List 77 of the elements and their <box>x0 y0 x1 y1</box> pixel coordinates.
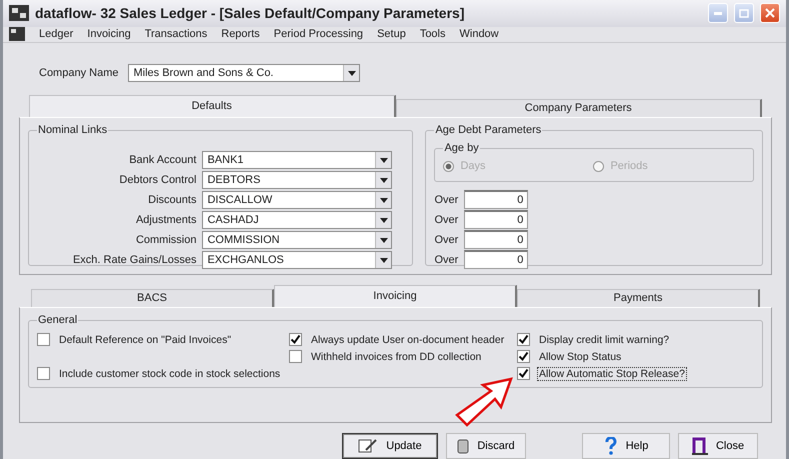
dropdown-arrow-icon <box>380 258 388 262</box>
field-label: Over <box>434 214 458 226</box>
tab[interactable]: BACS <box>31 289 274 307</box>
question-mark-icon <box>604 437 618 455</box>
checkbox[interactable] <box>517 333 530 346</box>
maximize-icon <box>739 8 749 18</box>
checkbox[interactable] <box>37 333 50 346</box>
account-dropdown[interactable]: BANK1 <box>202 151 392 169</box>
app-icon <box>9 5 29 22</box>
app-icon <box>9 27 25 42</box>
minimize-icon <box>714 12 722 15</box>
close-button[interactable] <box>760 3 780 24</box>
group-title: Nominal Links <box>37 124 108 136</box>
field-label: Debtors Control <box>119 174 196 186</box>
dialog-button[interactable]: Update <box>342 433 438 459</box>
checkbox-label: Withheld invoices from DD collection <box>310 350 482 364</box>
dropdown-arrow-icon <box>380 158 388 162</box>
dropdown-arrow-icon <box>348 70 356 76</box>
menu-item[interactable]: Ledger <box>39 28 74 40</box>
checkbox-label: Display credit limit warning? <box>538 332 670 346</box>
dialog-button[interactable]: Help <box>582 433 670 459</box>
number-field[interactable]: 0 <box>464 250 528 269</box>
tab[interactable]: Defaults <box>29 95 396 117</box>
checkbox-label: Include customer stock code in stock selections <box>58 366 282 380</box>
dropdown-arrow-icon <box>380 218 388 222</box>
menu-item[interactable]: Period Processing <box>274 28 364 40</box>
dialog-button[interactable]: Discard <box>446 433 526 459</box>
company-dropdown[interactable]: Miles Brown and Sons & Co. <box>128 64 360 82</box>
group-title: Age by <box>443 142 480 154</box>
dropdown-arrow-icon <box>380 238 388 242</box>
tab[interactable]: Payments <box>517 289 760 307</box>
field-label: Over <box>434 254 458 266</box>
field-label: Exch. Rate Gains/Losses <box>72 254 196 266</box>
field-label: Bank Account <box>129 154 196 166</box>
field-label: Over <box>434 194 458 206</box>
checkbox[interactable] <box>289 333 302 346</box>
checkbox[interactable] <box>517 367 530 380</box>
field-label: Commission <box>136 234 196 246</box>
number-field[interactable]: 0 <box>464 230 528 249</box>
radio-label: Days <box>460 160 486 172</box>
close-icon <box>765 8 775 18</box>
checkbox[interactable] <box>289 350 302 363</box>
menu-item[interactable]: Window <box>460 28 499 40</box>
tab[interactable]: Company Parameters <box>396 99 762 117</box>
dropdown-arrow-icon <box>380 198 388 202</box>
checkbox[interactable] <box>517 350 530 363</box>
menu-item[interactable]: Tools <box>420 28 446 40</box>
menu-item[interactable]: Setup <box>377 28 406 40</box>
checkbox-label: Allow Automatic Stop Release? <box>537 366 687 380</box>
field-label: Company Name <box>39 67 118 79</box>
radio-label: Periods <box>610 160 648 172</box>
account-dropdown[interactable]: CASHADJ <box>202 211 392 229</box>
door-icon <box>692 437 708 455</box>
account-dropdown[interactable]: DEBTORS <box>202 171 392 189</box>
pen-paper-icon <box>358 438 378 454</box>
menu-item[interactable]: Invoicing <box>87 28 131 40</box>
dropdown-arrow-icon <box>380 178 388 182</box>
tab[interactable]: Invoicing <box>274 285 517 307</box>
checkbox-label: Allow Stop Status <box>538 350 622 364</box>
dialog-button[interactable]: Close <box>678 433 758 459</box>
checkbox[interactable] <box>37 367 50 380</box>
group-title: Age Debt Parameters <box>434 124 542 136</box>
bin-icon <box>457 438 470 454</box>
number-field[interactable]: 0 <box>464 210 528 229</box>
menu-item[interactable]: Transactions <box>144 28 208 40</box>
menu-item[interactable]: Reports <box>221 28 260 40</box>
group-title: General <box>37 314 78 326</box>
window-title: dataflow- 32 Sales Ledger - [Sales Default/Company Parameters] <box>35 5 466 22</box>
field-label: Over <box>434 234 458 246</box>
account-dropdown[interactable]: DISCALLOW <box>202 191 392 209</box>
field-label: Adjustments <box>136 214 196 226</box>
account-dropdown[interactable]: COMMISSION <box>202 231 392 249</box>
number-field[interactable]: 0 <box>464 190 528 209</box>
field-label: Discounts <box>148 194 196 206</box>
checkbox-label: Always update User on-document header <box>310 332 506 346</box>
account-dropdown[interactable]: EXCHGANLOS <box>202 251 392 269</box>
checkbox-label: Default Reference on "Paid Invoices" <box>58 332 232 346</box>
